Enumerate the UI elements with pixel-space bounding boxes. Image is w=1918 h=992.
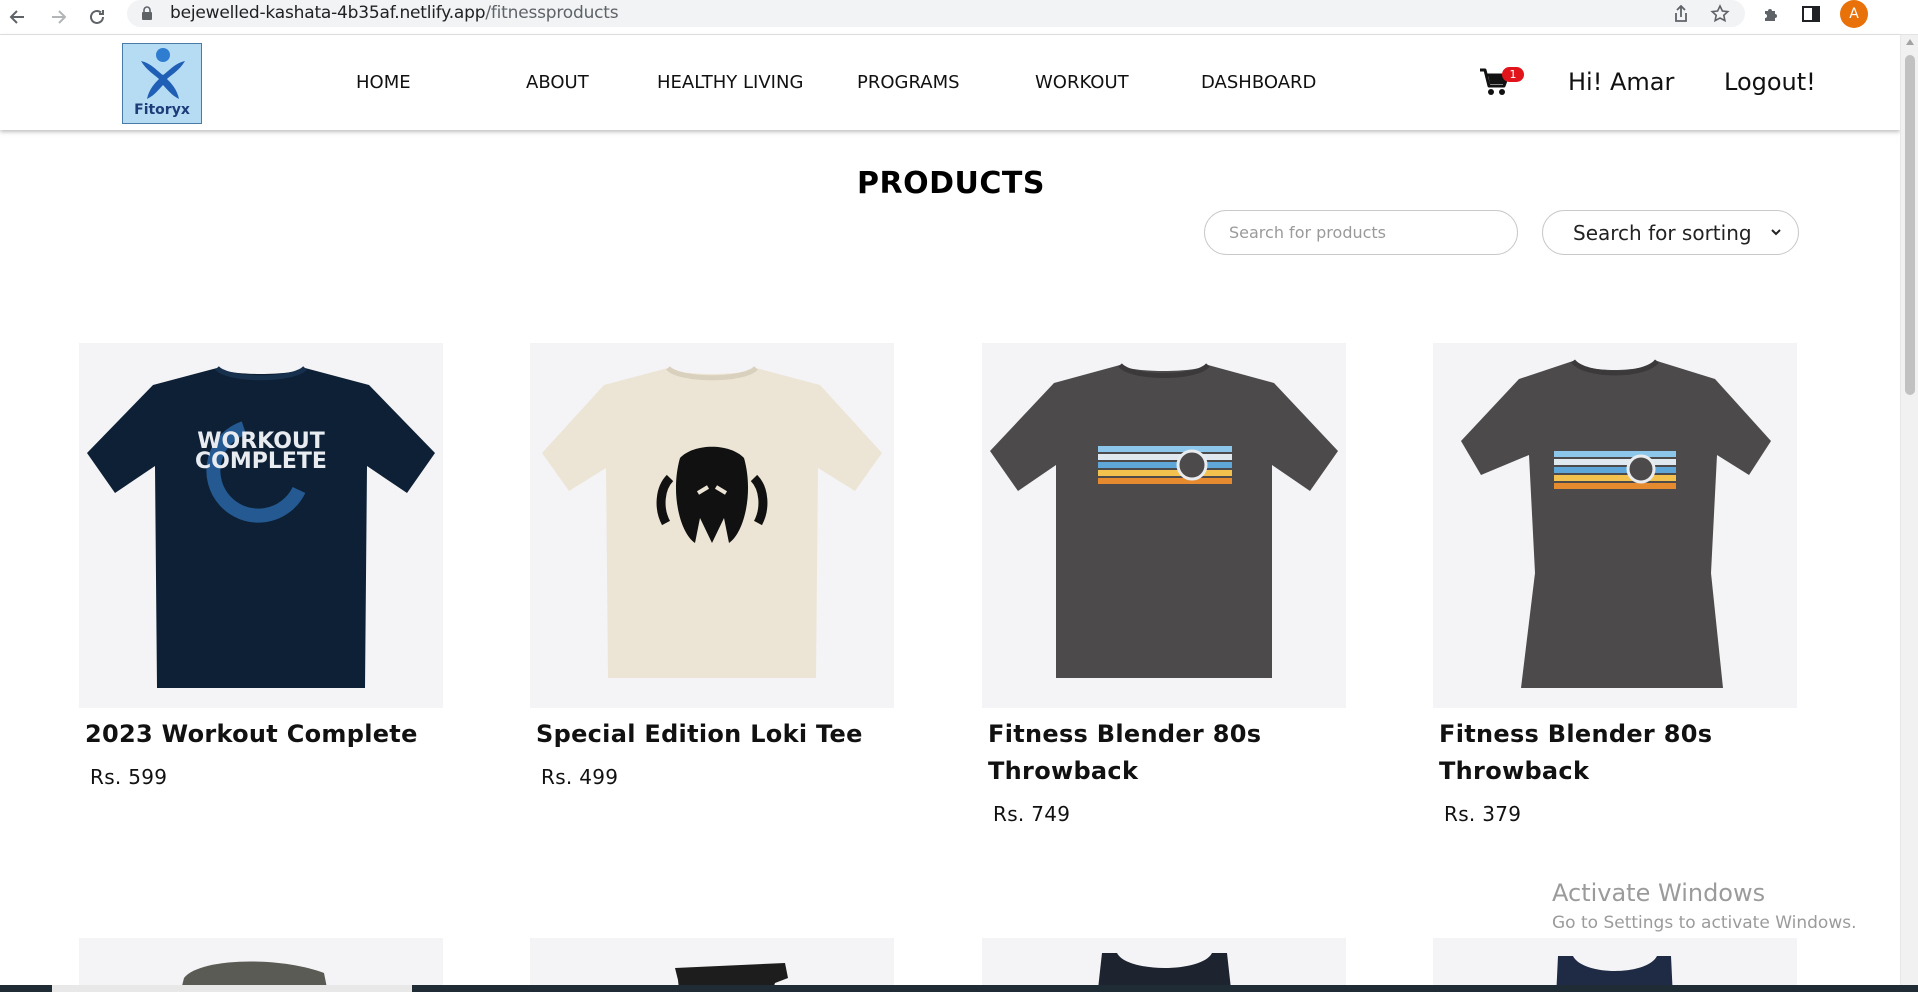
url-path: /fitnessproducts <box>485 3 619 23</box>
chevron-down-icon <box>1771 229 1781 236</box>
lock-icon <box>142 6 152 20</box>
bottle-icon <box>675 963 788 992</box>
page-title: PRODUCTS <box>857 166 1045 201</box>
url-host: bejewelled-kashata-4b35af.netlify.app <box>170 3 486 23</box>
logo-figure-icon <box>141 48 185 99</box>
tank-top-icon <box>1556 956 1673 992</box>
product-image-partial[interactable] <box>1433 938 1797 992</box>
taskbar-highlight <box>52 985 412 992</box>
logo-text: Fitoryx <box>134 102 190 118</box>
tshirt-icon <box>542 365 882 678</box>
product-image[interactable]: WORKOUT COMPLETE <box>79 343 443 708</box>
product-price: Rs. 599 <box>90 765 168 789</box>
reload-icon[interactable] <box>82 2 112 32</box>
sort-select[interactable]: Search for sorting <box>1542 210 1799 255</box>
product-image-partial[interactable] <box>79 938 443 992</box>
tank-top-icon <box>1097 953 1232 992</box>
tshirt-icon <box>1461 359 1771 688</box>
activate-windows-watermark: Activate Windows Go to Settings to activ… <box>1552 879 1857 933</box>
nav-workout[interactable]: WORKOUT <box>1035 72 1129 93</box>
forward-arrow-icon[interactable] <box>43 2 73 32</box>
watermark-subtitle: Go to Settings to activate Windows. <box>1552 913 1857 933</box>
profile-avatar[interactable]: A <box>1840 0 1868 28</box>
product-price: Rs. 499 <box>541 765 619 789</box>
windows-taskbar <box>0 985 1918 992</box>
product-image[interactable] <box>530 343 894 708</box>
nav-home[interactable]: HOME <box>356 72 411 93</box>
bookmark-star-icon[interactable] <box>1709 3 1731 25</box>
product-name[interactable]: Fitness Blender 80s Throwback <box>1433 716 1797 790</box>
product-name[interactable]: Fitness Blender 80s Throwback <box>982 716 1346 790</box>
sort-select-value: Search for sorting <box>1573 221 1752 245</box>
nav-healthy-living[interactable]: HEALTHY LIVING <box>657 72 803 93</box>
nav-programs[interactable]: PROGRAMS <box>857 72 960 93</box>
cart-button[interactable]: 1 <box>1479 65 1524 99</box>
watermark-title: Activate Windows <box>1552 879 1766 907</box>
cap-icon <box>180 961 328 992</box>
product-price: Rs. 749 <box>993 802 1071 826</box>
product-card[interactable]: Special Edition Loki Tee Rs. 499 <box>530 343 894 789</box>
cart-count-badge: 1 <box>1502 67 1524 82</box>
address-bar[interactable]: bejewelled-kashata-4b35af.netlify.app/fi… <box>127 0 1745 27</box>
extensions-puzzle-icon[interactable] <box>1759 2 1783 26</box>
product-price: Rs. 379 <box>1444 802 1522 826</box>
nav-about[interactable]: ABOUT <box>526 72 589 93</box>
nav-dashboard[interactable]: DASHBOARD <box>1201 72 1316 93</box>
url-text: bejewelled-kashata-4b35af.netlify.app/fi… <box>170 3 619 23</box>
product-image[interactable] <box>982 343 1346 708</box>
fitoryx-logo[interactable]: Fitoryx <box>122 43 202 124</box>
product-image[interactable] <box>1433 343 1797 708</box>
share-icon[interactable] <box>1670 3 1692 25</box>
browser-toolbar: bejewelled-kashata-4b35af.netlify.app/fi… <box>0 0 1918 35</box>
site-header: Fitoryx HOME ABOUT HEALTHY LIVING PROGRA… <box>0 35 1900 130</box>
side-panel-icon[interactable] <box>1799 2 1823 26</box>
tshirt-icon: WORKOUT COMPLETE <box>87 365 435 688</box>
page-scrollbar[interactable] <box>1900 35 1918 985</box>
print-text-complete: COMPLETE <box>195 449 327 474</box>
product-image-partial[interactable] <box>530 938 894 992</box>
logout-link[interactable]: Logout! <box>1724 68 1816 96</box>
product-card[interactable]: Fitness Blender 80s Throwback Rs. 379 <box>1433 343 1797 826</box>
product-card[interactable]: Fitness Blender 80s Throwback Rs. 749 <box>982 343 1346 826</box>
scrollbar-thumb[interactable] <box>1905 55 1915 395</box>
product-name[interactable]: Special Edition Loki Tee <box>530 716 894 753</box>
product-name[interactable]: 2023 Workout Complete <box>79 716 443 753</box>
back-arrow-icon[interactable] <box>3 2 33 32</box>
user-greeting: Hi! Amar <box>1568 68 1675 96</box>
tshirt-icon <box>990 363 1338 678</box>
scroll-up-arrow-icon[interactable] <box>1906 39 1914 45</box>
product-search-input[interactable] <box>1204 210 1518 255</box>
product-card[interactable]: WORKOUT COMPLETE 2023 Workout Complete R… <box>79 343 443 789</box>
product-image-partial[interactable] <box>982 938 1346 992</box>
